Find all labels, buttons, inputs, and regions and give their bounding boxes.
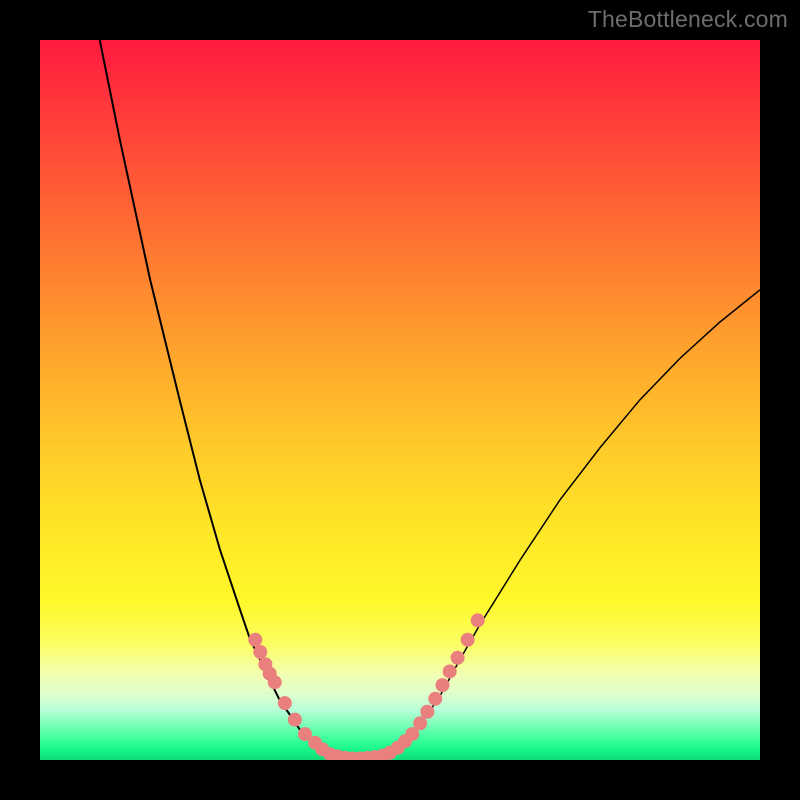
highlight-dot — [435, 678, 449, 692]
watermark-text: TheBottleneck.com — [588, 6, 788, 33]
highlight-dot — [420, 705, 434, 719]
highlight-dot — [288, 713, 302, 727]
highlight-dots-group — [248, 613, 484, 760]
plot-area — [40, 40, 760, 760]
highlight-dot — [471, 613, 485, 627]
highlight-dot — [451, 651, 465, 665]
highlight-dot — [413, 716, 427, 730]
highlight-dot — [428, 692, 442, 706]
left-branch-curve — [100, 40, 330, 755]
highlight-dot — [278, 696, 292, 710]
curve-layer — [40, 40, 760, 760]
highlight-dot — [253, 645, 267, 659]
highlight-dot — [461, 633, 475, 647]
highlight-dot — [268, 675, 282, 689]
highlight-dot — [248, 633, 262, 647]
highlight-dot — [443, 664, 457, 678]
chart-frame: TheBottleneck.com — [0, 0, 800, 800]
